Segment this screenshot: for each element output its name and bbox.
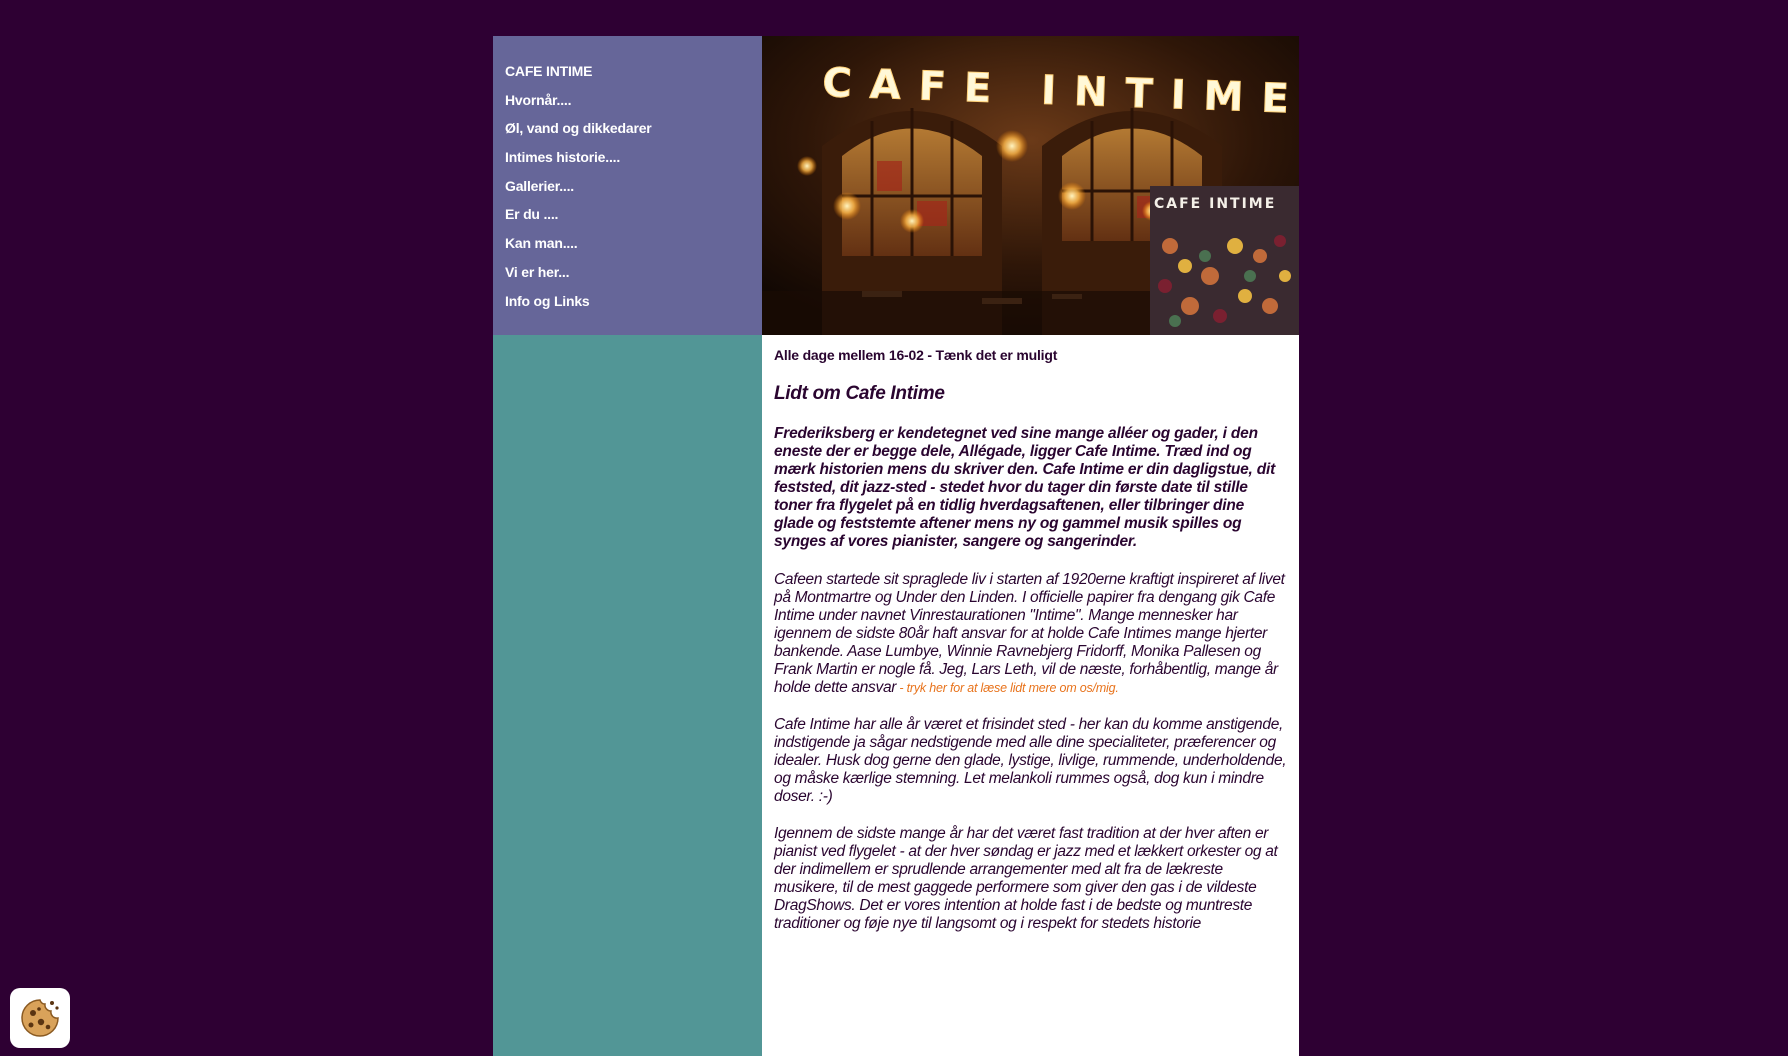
nav-item-kan-man[interactable]: Kan man.... bbox=[505, 234, 762, 263]
main-content: Alle dage mellem 16-02 - Tænk det er mul… bbox=[762, 335, 1299, 1056]
nav-item-vi-er-her[interactable]: Vi er her... bbox=[505, 263, 762, 292]
nav-list: CAFE INTIME Hvornår.... Øl, vand og dikk… bbox=[493, 36, 762, 320]
sidebar-lower-panel bbox=[493, 335, 762, 1056]
nav-item-ol-vand[interactable]: Øl, vand og dikkedarer bbox=[505, 119, 762, 148]
nav-item-historie[interactable]: Intimes historie.... bbox=[505, 148, 762, 177]
page-heading: Lidt om Cafe Intime bbox=[774, 383, 945, 404]
history-text: Cafeen startede sit spraglede liv i star… bbox=[774, 571, 1285, 696]
sidebar-nav: CAFE INTIME Hvornår.... Øl, vand og dikk… bbox=[493, 36, 762, 335]
nav-item-cafe-intime[interactable]: CAFE INTIME bbox=[505, 62, 762, 91]
inset-sign-text: CAFE INTIME bbox=[1154, 196, 1276, 212]
cookie-settings-button[interactable] bbox=[10, 988, 70, 1048]
nav-item-er-du[interactable]: Er du .... bbox=[505, 205, 762, 234]
header-photo: CAFE INTIME CAFE INTIME bbox=[762, 36, 1299, 335]
history-paragraph: Cafeen startede sit spraglede liv i star… bbox=[774, 571, 1287, 697]
opening-hours: Alle dage mellem 16-02 - Tænk det er mul… bbox=[774, 347, 1058, 363]
intro-paragraph: Frederiksberg er kendetegnet ved sine ma… bbox=[774, 425, 1276, 550]
read-more-link[interactable]: - tryk her for at læse lidt mere om os/m… bbox=[896, 681, 1118, 695]
page-container: CAFE INTIME Hvornår.... Øl, vand og dikk… bbox=[493, 36, 1299, 1056]
tradition-paragraph: Igennem de sidste mange år har det været… bbox=[774, 825, 1278, 932]
atmosphere-paragraph: Cafe Intime har alle år været et frisind… bbox=[774, 716, 1287, 805]
nav-item-gallerier[interactable]: Gallerier.... bbox=[505, 177, 762, 206]
nav-item-hvornaar[interactable]: Hvornår.... bbox=[505, 91, 762, 120]
nav-item-info-links[interactable]: Info og Links bbox=[505, 292, 762, 321]
cookie-icon bbox=[21, 999, 59, 1037]
